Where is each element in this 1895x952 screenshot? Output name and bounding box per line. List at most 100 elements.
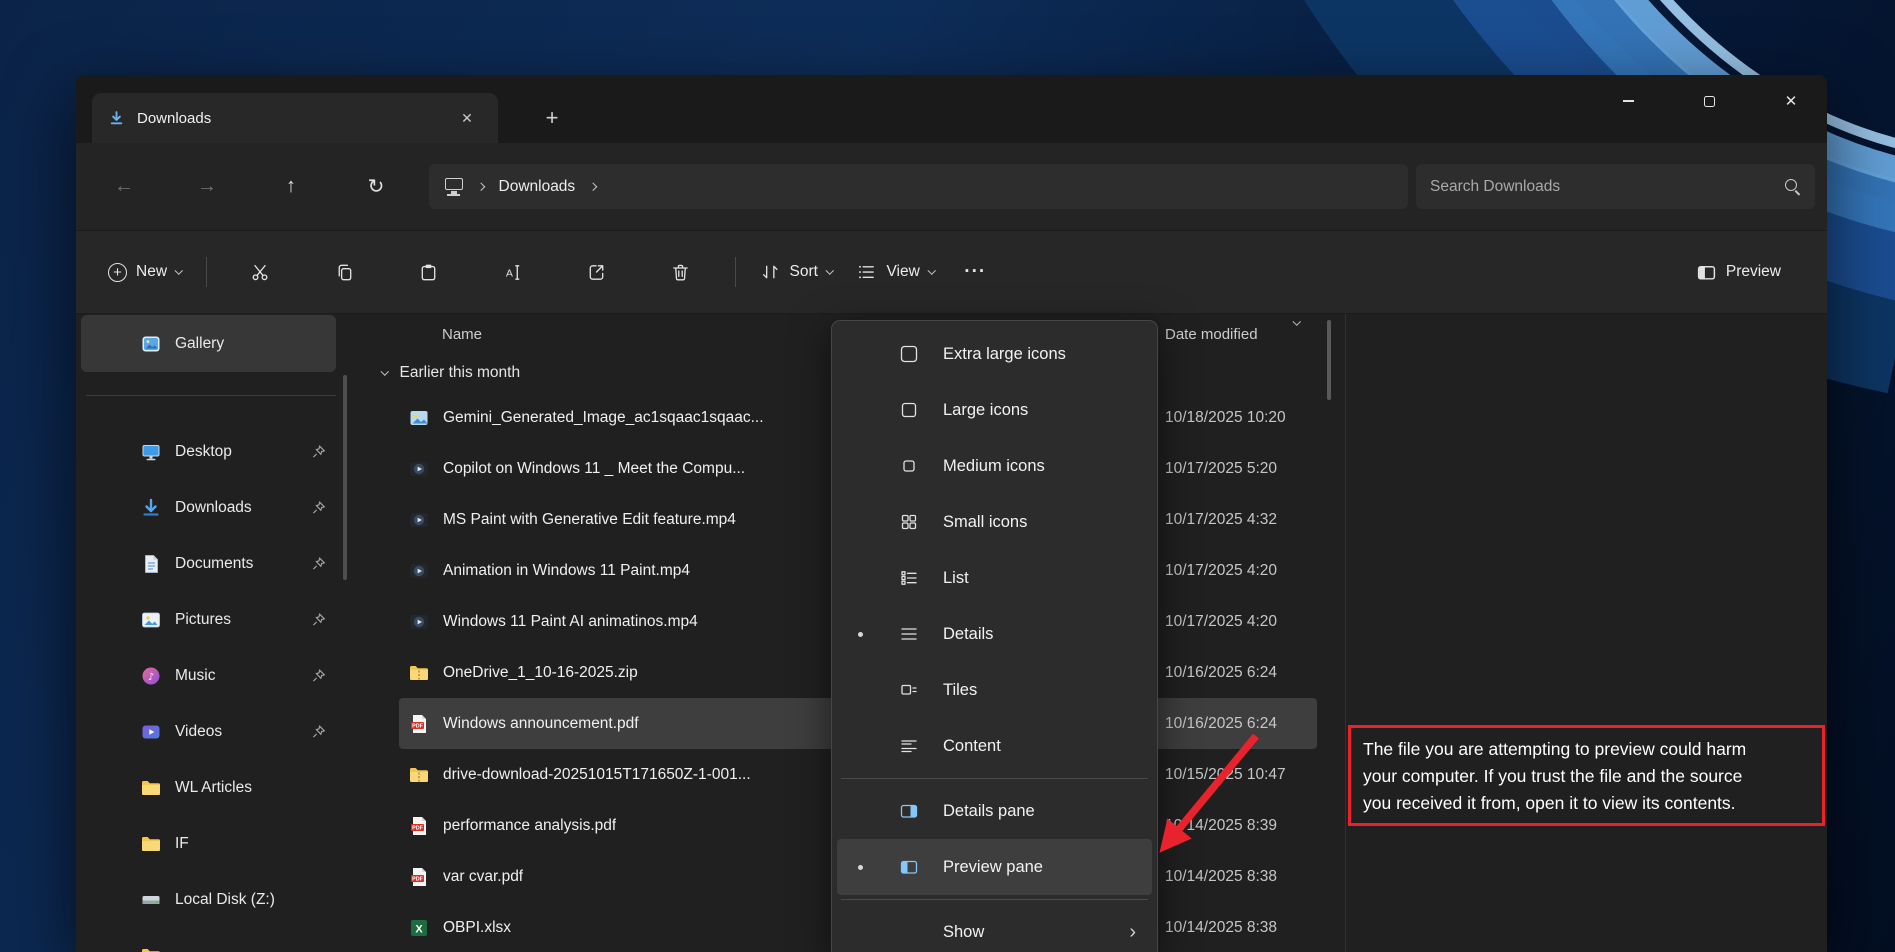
tiles-view-icon xyxy=(899,680,919,700)
view-button[interactable]: View xyxy=(844,249,946,295)
tab-downloads[interactable]: Downloads ✕ xyxy=(92,93,498,143)
new-button[interactable]: + New xyxy=(96,249,194,295)
breadcrumb[interactable]: Downloads xyxy=(499,178,576,196)
view-context-menu: Extra large icons Large icons Medium ico… xyxy=(831,320,1158,952)
gallery-icon xyxy=(140,333,162,355)
minimize-button[interactable] xyxy=(1599,79,1657,123)
sidebar-separator xyxy=(86,395,336,396)
preview-toggle-label: Preview xyxy=(1726,263,1781,281)
menu-item-details-pane[interactable]: Details pane xyxy=(837,783,1152,839)
menu-item-list[interactable]: List xyxy=(837,550,1152,606)
list-view-icon xyxy=(899,568,919,588)
svg-text:A: A xyxy=(506,267,513,279)
sidebar-item-label: Pictures xyxy=(175,611,231,629)
sidebar-item-music[interactable]: ♪ Music xyxy=(76,648,350,704)
sidebar-item-desktop[interactable]: Desktop xyxy=(76,424,350,480)
forward-button[interactable]: → xyxy=(184,163,230,209)
divider xyxy=(735,257,736,287)
cut-button[interactable] xyxy=(238,249,284,295)
refresh-button[interactable]: ↻ xyxy=(353,163,399,209)
preview-toggle-button[interactable]: Preview xyxy=(1684,249,1793,295)
menu-item-content[interactable]: Content xyxy=(837,718,1152,774)
share-button[interactable] xyxy=(574,249,620,295)
pdf-file-icon: PDF xyxy=(408,866,430,888)
menu-item-label: Medium icons xyxy=(943,457,1045,476)
zip-file-icon xyxy=(408,662,430,684)
file-date-modified: 10/16/2025 6:24 xyxy=(1165,715,1285,733)
copy-icon xyxy=(334,262,355,283)
menu-item-details[interactable]: Details xyxy=(837,606,1152,662)
warning-text-line: you received it from, open it to view it… xyxy=(1363,790,1810,817)
menu-item-tiles[interactable]: Tiles xyxy=(837,662,1152,718)
sidebar-item-pictures[interactable]: Pictures xyxy=(76,592,350,648)
details-view-icon xyxy=(899,624,919,644)
video-file-icon xyxy=(408,611,430,633)
new-button-label: New xyxy=(136,263,167,281)
rename-button[interactable]: A xyxy=(490,249,536,295)
search-box[interactable] xyxy=(1416,164,1815,209)
column-header-name[interactable]: Name xyxy=(442,326,482,343)
pictures-icon xyxy=(140,609,162,631)
file-date-modified: 10/14/2025 8:38 xyxy=(1165,868,1285,886)
maximize-button[interactable] xyxy=(1680,79,1738,123)
menu-item-medium-icons[interactable]: Medium icons xyxy=(837,438,1152,494)
search-icon[interactable] xyxy=(1784,178,1801,195)
pin-icon xyxy=(311,725,326,740)
sidebar-item-documents[interactable]: Documents xyxy=(76,536,350,592)
disk-drive-icon xyxy=(140,889,162,911)
delete-button[interactable] xyxy=(658,249,704,295)
sidebar-item-wl-articles[interactable]: WL Articles xyxy=(76,760,350,816)
file-name: Copilot on Windows 11 _ Meet the Compu..… xyxy=(443,460,745,478)
downloads-icon xyxy=(140,497,162,519)
up-button[interactable]: ↑ xyxy=(268,163,314,209)
menu-item-label: Content xyxy=(943,737,1001,756)
this-pc-icon xyxy=(445,178,463,190)
svg-text:X: X xyxy=(415,923,423,935)
pin-icon xyxy=(311,501,326,516)
sidebar-item-gallery[interactable]: Gallery xyxy=(81,315,336,372)
new-tab-button[interactable]: + xyxy=(534,100,570,136)
pin-icon xyxy=(311,557,326,572)
menu-item-label: List xyxy=(943,569,969,588)
file-name: Windows announcement.pdf xyxy=(443,715,639,733)
sidebar-item-downloads[interactable]: Downloads xyxy=(76,480,350,536)
column-header-date-modified[interactable]: Date modified xyxy=(1165,326,1258,343)
chevron-down-icon xyxy=(175,267,183,275)
small-icons-icon xyxy=(899,512,919,532)
sidebar-item-if[interactable]: IF xyxy=(76,816,350,872)
file-date-modified: 10/18/2025 10:20 xyxy=(1165,409,1285,427)
close-button[interactable]: ✕ xyxy=(1762,79,1820,123)
preview-pane-icon xyxy=(899,857,919,877)
sidebar-item-videos[interactable]: Videos xyxy=(76,704,350,760)
navigation-bar: ← → ↑ ↻ Downloads xyxy=(76,143,1827,230)
back-button[interactable]: ← xyxy=(101,163,147,209)
address-bar[interactable]: Downloads xyxy=(429,164,1408,209)
copy-button[interactable] xyxy=(322,249,368,295)
tab-close-icon[interactable]: ✕ xyxy=(452,103,482,133)
minimize-icon xyxy=(1623,100,1634,102)
group-header-label: Earlier this month xyxy=(400,364,521,382)
more-options-button[interactable]: ··· xyxy=(952,249,998,295)
divider xyxy=(206,257,207,287)
menu-item-show[interactable]: Show › xyxy=(837,904,1152,952)
menu-item-preview-pane[interactable]: Preview pane xyxy=(837,839,1152,895)
sidebar-item-partial[interactable] xyxy=(76,928,350,952)
pin-icon xyxy=(311,613,326,628)
image-file-icon xyxy=(408,407,430,429)
sort-direction-icon[interactable] xyxy=(1293,317,1301,325)
preview-pane xyxy=(1345,314,1827,952)
menu-item-large-icons[interactable]: Large icons xyxy=(837,382,1152,438)
menu-item-small-icons[interactable]: Small icons xyxy=(837,494,1152,550)
music-icon: ♪ xyxy=(140,665,162,687)
file-list-scrollbar[interactable] xyxy=(1327,320,1331,400)
menu-item-extra-large-icons[interactable]: Extra large icons xyxy=(837,326,1152,382)
plus-circle-icon: + xyxy=(108,263,127,282)
ellipsis-icon: ··· xyxy=(964,261,986,283)
paste-button[interactable] xyxy=(406,249,452,295)
sidebar-item-local-disk-z[interactable]: Local Disk (Z:) xyxy=(76,872,350,928)
search-input[interactable] xyxy=(1430,178,1776,196)
pin-icon xyxy=(311,445,326,460)
group-collapse-icon[interactable] xyxy=(381,368,389,376)
sort-button[interactable]: Sort xyxy=(748,249,845,295)
rename-icon: A xyxy=(502,262,523,283)
